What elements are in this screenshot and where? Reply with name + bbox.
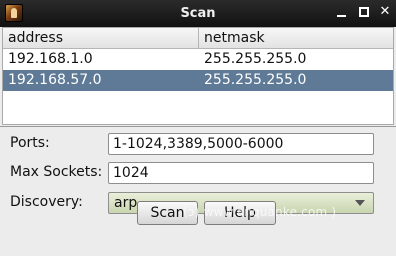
- column-header-address[interactable]: address: [3, 28, 199, 49]
- ports-input[interactable]: 1-1024,3389,5000-6000: [108, 133, 374, 155]
- max-sockets-input[interactable]: 1024: [108, 162, 374, 184]
- max-sockets-label: Max Sockets:: [10, 164, 103, 180]
- scan-window: address netmask 192.168.1.0 255.255.255.…: [0, 27, 396, 256]
- table-header: address netmask: [3, 28, 393, 49]
- table-row[interactable]: 192.168.1.0 255.255.255.0: [3, 49, 393, 70]
- maximize-icon: [359, 7, 369, 17]
- netmask-cell: 255.255.255.0: [204, 72, 307, 88]
- close-button[interactable]: ✕: [377, 4, 393, 20]
- discovery-value: arp: [114, 195, 138, 211]
- close-icon: ✕: [379, 4, 391, 19]
- netmask-cell: 255.255.255.0: [204, 51, 307, 67]
- title-bar: Scan ✕: [0, 0, 396, 27]
- column-header-netmask[interactable]: netmask: [199, 28, 393, 49]
- address-cell: 192.168.1.0: [8, 51, 93, 67]
- discovery-label: Discovery:: [10, 194, 83, 210]
- minimize-button[interactable]: [334, 4, 350, 20]
- split-divider[interactable]: [0, 126, 396, 127]
- ports-label: Ports:: [10, 135, 50, 151]
- address-cell: 192.168.57.0: [8, 72, 102, 88]
- chevron-down-icon[interactable]: [355, 200, 365, 206]
- network-table[interactable]: address netmask 192.168.1.0 255.255.255.…: [2, 27, 394, 125]
- minimize-icon: [337, 15, 346, 17]
- table-row-selected[interactable]: 192.168.57.0 255.255.255.0: [3, 70, 393, 91]
- watermark-text: (ɔ) www.anquanke.com ): [183, 205, 337, 219]
- maximize-button[interactable]: [356, 4, 372, 20]
